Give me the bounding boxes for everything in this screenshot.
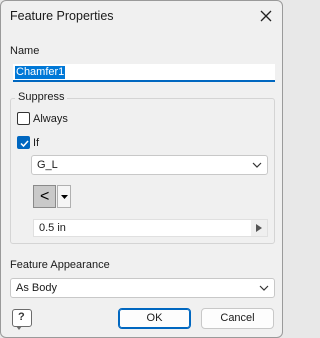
value-expand-button[interactable] [251,220,267,236]
if-checkbox[interactable] [17,136,30,149]
parameter-dropdown[interactable]: G_L [31,155,268,175]
help-bubble-tail [16,326,22,330]
caret-right-icon [256,224,262,232]
chevron-down-icon [259,285,269,291]
close-icon [260,10,272,22]
appearance-value: As Body [16,282,57,294]
help-button[interactable]: ? [12,309,32,330]
value-input-text: 0.5 in [39,222,66,234]
caret-down-icon [61,195,68,199]
appearance-dropdown[interactable]: As Body [10,278,275,298]
name-input-value: Chamfer1 [15,66,66,79]
operator-dropdown-button[interactable] [57,185,71,208]
operator-symbol: < [40,188,50,205]
name-label: Name [10,45,40,57]
feature-appearance-label: Feature Appearance [10,259,110,271]
cancel-button[interactable]: Cancel [201,308,274,329]
close-button[interactable] [254,4,278,28]
value-input[interactable]: 0.5 in [33,219,268,237]
suppress-legend: Suppress [15,91,68,103]
ok-button[interactable]: OK [118,308,191,329]
parameter-value: G_L [37,159,58,171]
help-icon: ? [18,311,25,323]
always-checkbox[interactable] [17,112,30,125]
feature-properties-dialog: Feature Properties Name Chamfer1 Suppres… [0,0,283,338]
chevron-down-icon [252,162,262,168]
title-bar: Feature Properties [1,1,282,31]
operator-button[interactable]: < [33,185,71,208]
checkmark-icon [20,140,29,148]
dialog-title: Feature Properties [10,9,114,23]
name-input[interactable]: Chamfer1 [13,64,275,82]
always-label[interactable]: Always [33,113,68,125]
operator-symbol-button[interactable]: < [33,185,56,208]
if-label[interactable]: If [33,137,39,149]
